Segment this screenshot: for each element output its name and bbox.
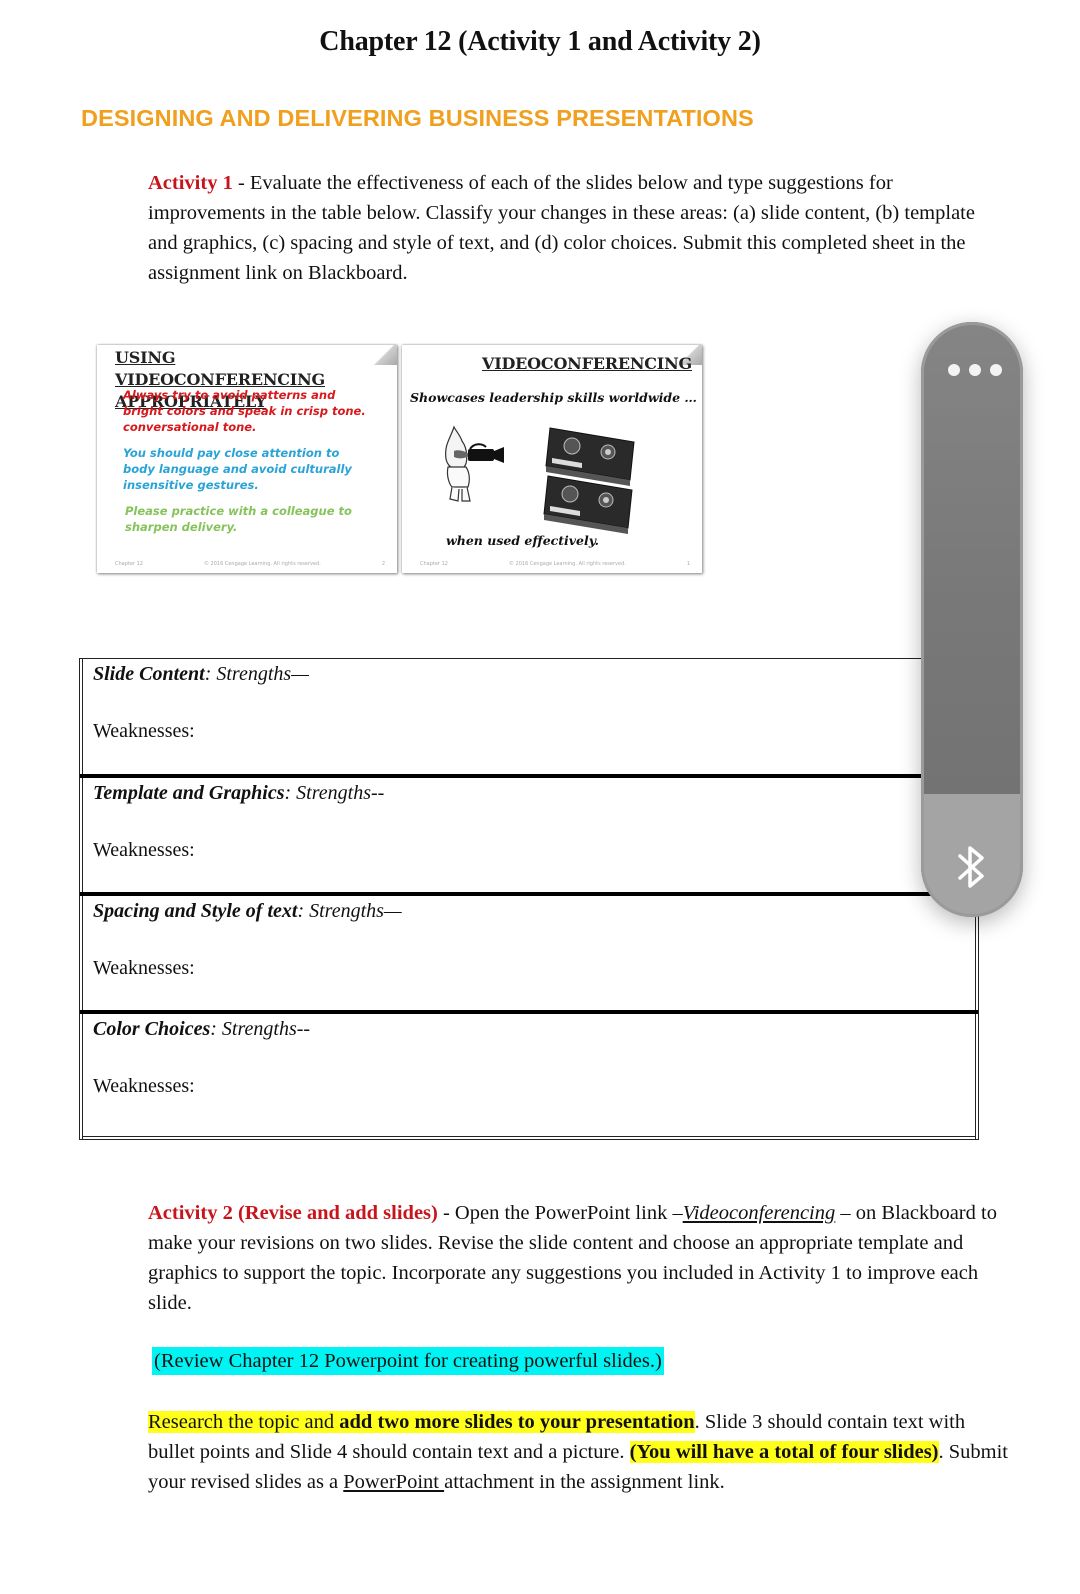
footer-chapter: Chapter 12 bbox=[420, 561, 448, 567]
powerpoint-link[interactable]: PowerPoint bbox=[343, 1471, 444, 1493]
row-category: Spacing and Style of text bbox=[93, 900, 298, 922]
footer-copyright: © 2016 Cengage Learning. All rights rese… bbox=[508, 561, 626, 567]
floating-control-widget[interactable] bbox=[921, 322, 1023, 917]
table-row[interactable]: Template and Graphics: Strengths-- Weakn… bbox=[80, 774, 978, 895]
activity1-label: Activity 1 bbox=[148, 172, 233, 194]
row-strengths: Slide Content: Strengths— bbox=[93, 663, 309, 686]
slide-point: Always try to avoid patterns and bright … bbox=[123, 388, 366, 434]
footer-copyright: © 2016 Cengage Learning. All rights rese… bbox=[203, 561, 321, 567]
evaluation-table: Slide Content: Strengths— Weaknesses: Te… bbox=[79, 658, 979, 1140]
vhs-tapes-image bbox=[543, 427, 635, 534]
footer-page-number: 2 bbox=[381, 561, 385, 567]
highlighted-text: Research the topic and bbox=[148, 1411, 340, 1433]
row-weaknesses: Weaknesses: bbox=[93, 720, 195, 742]
highlighted-bold-text: add two more slides to your presentation bbox=[339, 1411, 695, 1433]
slide-point: You should pay close attention to body l… bbox=[123, 446, 352, 492]
row-category: Template and Graphics bbox=[93, 782, 285, 804]
row-strengths-label: : Strengths— bbox=[297, 900, 402, 922]
cartoon-cameraman-image bbox=[445, 425, 504, 502]
more-dots-icon[interactable] bbox=[948, 364, 1002, 376]
row-strengths: Color Choices: Strengths-- bbox=[93, 1018, 310, 1041]
document-subtitle: DESIGNING AND DELIVERING BUSINESS PRESEN… bbox=[81, 105, 754, 131]
row-strengths-label: : Strengths-- bbox=[284, 782, 385, 804]
highlighted-bold-text: (You will have a total of four slides) bbox=[629, 1441, 939, 1463]
activity1-text: - Evaluate the effectiveness of each of … bbox=[148, 172, 975, 284]
slide-thumbnail-2: VIDEOCONFERENCING Showcases leadership s… bbox=[402, 345, 702, 573]
slide-tagline: Showcases leadership skills worldwide … bbox=[410, 390, 697, 405]
row-strengths: Template and Graphics: Strengths-- bbox=[93, 782, 384, 805]
row-strengths-label: : Strengths-- bbox=[210, 1018, 311, 1040]
research-instructions: Research the topic and add two more slid… bbox=[148, 1407, 1008, 1497]
slide-point: Please practice with a colleague to shar… bbox=[125, 504, 352, 534]
row-weaknesses: Weaknesses: bbox=[93, 957, 195, 979]
footer-chapter: Chapter 12 bbox=[115, 561, 143, 567]
bluetooth-icon[interactable] bbox=[956, 844, 988, 890]
row-strengths: Spacing and Style of text: Strengths— bbox=[93, 900, 402, 923]
activity1-instructions: Activity 1 - Evaluate the effectiveness … bbox=[148, 168, 1008, 288]
table-row[interactable]: Spacing and Style of text: Strengths— We… bbox=[80, 892, 978, 1013]
activity2-label: Activity 2 (Revise and add slides) bbox=[148, 1202, 438, 1224]
activity2-instructions: Activity 2 (Revise and add slides) - Ope… bbox=[148, 1198, 1008, 1318]
table-row[interactable]: Color Choices: Strengths-- Weaknesses: bbox=[80, 1010, 978, 1131]
row-weaknesses: Weaknesses: bbox=[93, 1075, 195, 1097]
review-note: (Review Chapter 12 Powerpoint for creati… bbox=[152, 1347, 664, 1375]
slide-caption: when used effectively. bbox=[446, 533, 599, 548]
footer-page-number: 1 bbox=[686, 561, 690, 567]
research-text: attachment in the assignment link. bbox=[444, 1471, 725, 1493]
slide-thumbnail-1: USING VIDEOCONFERENCING APPROPRIATELY Al… bbox=[97, 345, 397, 573]
row-category: Slide Content bbox=[93, 663, 205, 685]
row-category: Color Choices bbox=[93, 1018, 211, 1040]
widget-handle[interactable] bbox=[921, 322, 1023, 794]
slide-footer: Chapter 12 © 2016 Cengage Learning. All … bbox=[115, 561, 385, 567]
videoconferencing-link[interactable]: Videoconferencing bbox=[683, 1202, 836, 1224]
slide-footer: Chapter 12 © 2016 Cengage Learning. All … bbox=[420, 561, 690, 567]
row-strengths-label: : Strengths— bbox=[204, 663, 309, 685]
row-weaknesses: Weaknesses: bbox=[93, 839, 195, 861]
document-title: Chapter 12 (Activity 1 and Activity 2) bbox=[319, 26, 761, 57]
activity2-text: - Open the PowerPoint link – bbox=[437, 1202, 683, 1224]
slide-title: VIDEOCONFERENCING bbox=[482, 354, 692, 373]
table-row[interactable]: Slide Content: Strengths— Weaknesses: bbox=[80, 659, 978, 776]
